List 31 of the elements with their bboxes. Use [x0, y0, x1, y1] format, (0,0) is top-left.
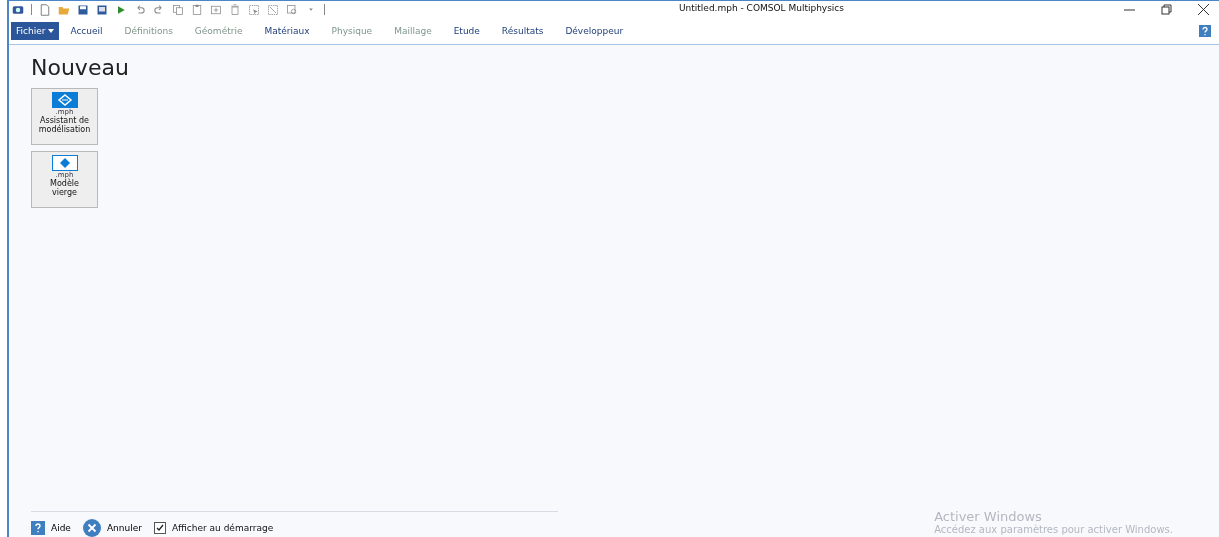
- activation-title: Activer Windows: [934, 509, 1043, 524]
- page-heading: Nouveau: [31, 55, 130, 80]
- startup-checkbox[interactable]: [153, 522, 166, 534]
- ribbon-tab[interactable]: Accueil: [59, 22, 114, 40]
- window-title: Untitled.mph - COMSOL Multiphysics: [679, 3, 844, 13]
- ribbon-tab[interactable]: Etude: [442, 22, 491, 40]
- zoom-selection-icon[interactable]: [286, 3, 298, 16]
- activation-message: Accédez aux paramètres pour activer Windows.: [934, 524, 1173, 535]
- paste-icon[interactable]: [191, 3, 203, 16]
- deselect-icon[interactable]: [267, 3, 279, 16]
- cancel-button[interactable]: Annuler: [82, 519, 142, 537]
- ribbon-tab[interactable]: Développeur: [554, 22, 635, 40]
- close-icon[interactable]: [1198, 4, 1209, 15]
- restore-icon[interactable]: [1161, 4, 1172, 15]
- model-wizard-icon: [51, 92, 78, 108]
- blank-model-icon: [51, 155, 78, 171]
- delete-icon[interactable]: [229, 3, 241, 16]
- duplicate-icon[interactable]: [210, 3, 222, 16]
- app-icon[interactable]: [12, 3, 24, 16]
- checkbox-label: Afficher au démarrage: [171, 523, 274, 533]
- file-menu-tab[interactable]: Fichier: [11, 22, 60, 40]
- copy-icon[interactable]: [172, 3, 184, 16]
- ribbon-tab[interactable]: Résultats: [490, 22, 555, 40]
- help-button[interactable]: Aide: [31, 521, 71, 535]
- save-icon[interactable]: [77, 3, 89, 16]
- ribbon-tab[interactable]: Matériaux: [253, 22, 321, 40]
- caret-icon: [48, 29, 55, 33]
- save-as-icon[interactable]: [96, 3, 108, 16]
- select-icon[interactable]: [248, 3, 260, 16]
- new-file-icon[interactable]: [39, 3, 51, 16]
- help-icon[interactable]: [1199, 25, 1211, 37]
